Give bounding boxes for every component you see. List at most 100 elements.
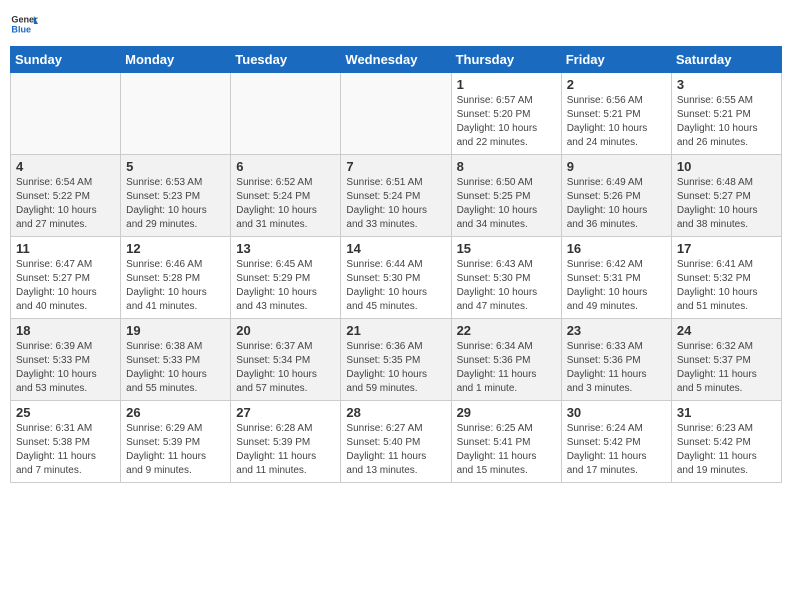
weekday-header-thursday: Thursday bbox=[451, 47, 561, 73]
day-info: Sunrise: 6:29 AM Sunset: 5:39 PM Dayligh… bbox=[126, 422, 225, 478]
calendar-cell: 13 Sunrise: 6:45 AM Sunset: 5:29 PM Dayli… bbox=[231, 237, 341, 319]
logo-icon: General Blue bbox=[10, 10, 38, 38]
calendar-cell: 4 Sunrise: 6:54 AM Sunset: 5:22 PM Daylig… bbox=[11, 155, 121, 237]
day-number: 4 bbox=[16, 159, 115, 174]
day-info: Sunrise: 6:32 AM Sunset: 5:37 PM Dayligh… bbox=[677, 340, 776, 396]
day-number: 19 bbox=[126, 323, 225, 338]
day-info: Sunrise: 6:55 AM Sunset: 5:21 PM Dayligh… bbox=[677, 94, 776, 150]
calendar-cell bbox=[11, 73, 121, 155]
day-number: 2 bbox=[567, 77, 666, 92]
calendar-cell: 7 Sunrise: 6:51 AM Sunset: 5:24 PM Daylig… bbox=[341, 155, 451, 237]
day-info: Sunrise: 6:38 AM Sunset: 5:33 PM Dayligh… bbox=[126, 340, 225, 396]
day-info: Sunrise: 6:50 AM Sunset: 5:25 PM Dayligh… bbox=[457, 176, 556, 232]
weekday-header-monday: Monday bbox=[121, 47, 231, 73]
calendar-cell: 20 Sunrise: 6:37 AM Sunset: 5:34 PM Dayli… bbox=[231, 319, 341, 401]
calendar-row: 18 Sunrise: 6:39 AM Sunset: 5:33 PM Dayli… bbox=[11, 319, 782, 401]
calendar-cell bbox=[341, 73, 451, 155]
calendar-cell: 30 Sunrise: 6:24 AM Sunset: 5:42 PM Dayli… bbox=[561, 401, 671, 483]
calendar-cell: 31 Sunrise: 6:23 AM Sunset: 5:42 PM Dayli… bbox=[671, 401, 781, 483]
day-info: Sunrise: 6:36 AM Sunset: 5:35 PM Dayligh… bbox=[346, 340, 445, 396]
calendar-cell: 27Sunrise: 6:28 AM Sunset: 5:39 PM Dayli… bbox=[231, 401, 341, 483]
day-number: 3 bbox=[677, 77, 776, 92]
day-number: 17 bbox=[677, 241, 776, 256]
day-info: Sunrise: 6:28 AM Sunset: 5:39 PM Dayligh… bbox=[236, 422, 335, 478]
day-number: 14 bbox=[346, 241, 445, 256]
calendar-cell: 10Sunrise: 6:48 AM Sunset: 5:27 PM Dayli… bbox=[671, 155, 781, 237]
svg-text:Blue: Blue bbox=[11, 24, 31, 34]
calendar-cell: 22 Sunrise: 6:34 AM Sunset: 5:36 PM Dayli… bbox=[451, 319, 561, 401]
calendar-cell: 15Sunrise: 6:43 AM Sunset: 5:30 PM Dayli… bbox=[451, 237, 561, 319]
day-info: Sunrise: 6:44 AM Sunset: 5:30 PM Dayligh… bbox=[346, 258, 445, 314]
logo: General Blue bbox=[10, 10, 38, 38]
day-number: 12 bbox=[126, 241, 225, 256]
calendar-cell: 24 Sunrise: 6:32 AM Sunset: 5:37 PM Dayli… bbox=[671, 319, 781, 401]
header: General Blue bbox=[10, 10, 782, 38]
weekday-header-wednesday: Wednesday bbox=[341, 47, 451, 73]
day-number: 8 bbox=[457, 159, 556, 174]
day-number: 6 bbox=[236, 159, 335, 174]
calendar-row: 1Sunrise: 6:57 AM Sunset: 5:20 PM Daylig… bbox=[11, 73, 782, 155]
calendar-cell: 21 Sunrise: 6:36 AM Sunset: 5:35 PM Dayli… bbox=[341, 319, 451, 401]
calendar-row: 11 Sunrise: 6:47 AM Sunset: 5:27 PM Dayli… bbox=[11, 237, 782, 319]
day-number: 11 bbox=[16, 241, 115, 256]
calendar-cell: 11 Sunrise: 6:47 AM Sunset: 5:27 PM Dayli… bbox=[11, 237, 121, 319]
day-number: 23 bbox=[567, 323, 666, 338]
day-info: Sunrise: 6:33 AM Sunset: 5:36 PM Dayligh… bbox=[567, 340, 666, 396]
day-info: Sunrise: 6:23 AM Sunset: 5:42 PM Dayligh… bbox=[677, 422, 776, 478]
day-info: Sunrise: 6:45 AM Sunset: 5:29 PM Dayligh… bbox=[236, 258, 335, 314]
day-info: Sunrise: 6:56 AM Sunset: 5:21 PM Dayligh… bbox=[567, 94, 666, 150]
calendar-cell: 6 Sunrise: 6:52 AM Sunset: 5:24 PM Daylig… bbox=[231, 155, 341, 237]
weekday-header-tuesday: Tuesday bbox=[231, 47, 341, 73]
day-number: 26 bbox=[126, 405, 225, 420]
calendar-cell: 23 Sunrise: 6:33 AM Sunset: 5:36 PM Dayli… bbox=[561, 319, 671, 401]
weekday-header-sunday: Sunday bbox=[11, 47, 121, 73]
calendar-cell: 2 Sunrise: 6:56 AM Sunset: 5:21 PM Daylig… bbox=[561, 73, 671, 155]
calendar-row: 4 Sunrise: 6:54 AM Sunset: 5:22 PM Daylig… bbox=[11, 155, 782, 237]
day-info: Sunrise: 6:25 AM Sunset: 5:41 PM Dayligh… bbox=[457, 422, 556, 478]
calendar-cell: 3 Sunrise: 6:55 AM Sunset: 5:21 PM Daylig… bbox=[671, 73, 781, 155]
day-number: 28 bbox=[346, 405, 445, 420]
day-number: 13 bbox=[236, 241, 335, 256]
calendar-cell: 16Sunrise: 6:42 AM Sunset: 5:31 PM Dayli… bbox=[561, 237, 671, 319]
day-number: 18 bbox=[16, 323, 115, 338]
day-number: 20 bbox=[236, 323, 335, 338]
calendar-cell: 1Sunrise: 6:57 AM Sunset: 5:20 PM Daylig… bbox=[451, 73, 561, 155]
calendar-cell: 25 Sunrise: 6:31 AM Sunset: 5:38 PM Dayli… bbox=[11, 401, 121, 483]
calendar-table: SundayMondayTuesdayWednesdayThursdayFrid… bbox=[10, 46, 782, 483]
day-info: Sunrise: 6:57 AM Sunset: 5:20 PM Dayligh… bbox=[457, 94, 556, 150]
day-info: Sunrise: 6:54 AM Sunset: 5:22 PM Dayligh… bbox=[16, 176, 115, 232]
day-number: 25 bbox=[16, 405, 115, 420]
calendar-cell: 5 Sunrise: 6:53 AM Sunset: 5:23 PM Daylig… bbox=[121, 155, 231, 237]
day-info: Sunrise: 6:46 AM Sunset: 5:28 PM Dayligh… bbox=[126, 258, 225, 314]
day-number: 7 bbox=[346, 159, 445, 174]
calendar-cell: 14 Sunrise: 6:44 AM Sunset: 5:30 PM Dayli… bbox=[341, 237, 451, 319]
calendar-cell: 8 Sunrise: 6:50 AM Sunset: 5:25 PM Daylig… bbox=[451, 155, 561, 237]
weekday-header-row: SundayMondayTuesdayWednesdayThursdayFrid… bbox=[11, 47, 782, 73]
calendar-cell: 19 Sunrise: 6:38 AM Sunset: 5:33 PM Dayli… bbox=[121, 319, 231, 401]
day-info: Sunrise: 6:24 AM Sunset: 5:42 PM Dayligh… bbox=[567, 422, 666, 478]
day-info: Sunrise: 6:51 AM Sunset: 5:24 PM Dayligh… bbox=[346, 176, 445, 232]
day-info: Sunrise: 6:34 AM Sunset: 5:36 PM Dayligh… bbox=[457, 340, 556, 396]
day-number: 5 bbox=[126, 159, 225, 174]
day-info: Sunrise: 6:43 AM Sunset: 5:30 PM Dayligh… bbox=[457, 258, 556, 314]
calendar-cell bbox=[231, 73, 341, 155]
calendar-cell: 9Sunrise: 6:49 AM Sunset: 5:26 PM Daylig… bbox=[561, 155, 671, 237]
day-info: Sunrise: 6:53 AM Sunset: 5:23 PM Dayligh… bbox=[126, 176, 225, 232]
day-info: Sunrise: 6:37 AM Sunset: 5:34 PM Dayligh… bbox=[236, 340, 335, 396]
calendar-cell bbox=[121, 73, 231, 155]
day-info: Sunrise: 6:27 AM Sunset: 5:40 PM Dayligh… bbox=[346, 422, 445, 478]
day-info: Sunrise: 6:52 AM Sunset: 5:24 PM Dayligh… bbox=[236, 176, 335, 232]
day-number: 9 bbox=[567, 159, 666, 174]
day-number: 22 bbox=[457, 323, 556, 338]
weekday-header-friday: Friday bbox=[561, 47, 671, 73]
day-number: 21 bbox=[346, 323, 445, 338]
day-info: Sunrise: 6:47 AM Sunset: 5:27 PM Dayligh… bbox=[16, 258, 115, 314]
day-info: Sunrise: 6:41 AM Sunset: 5:32 PM Dayligh… bbox=[677, 258, 776, 314]
day-number: 31 bbox=[677, 405, 776, 420]
calendar-row: 25 Sunrise: 6:31 AM Sunset: 5:38 PM Dayli… bbox=[11, 401, 782, 483]
day-info: Sunrise: 6:39 AM Sunset: 5:33 PM Dayligh… bbox=[16, 340, 115, 396]
day-number: 30 bbox=[567, 405, 666, 420]
day-info: Sunrise: 6:31 AM Sunset: 5:38 PM Dayligh… bbox=[16, 422, 115, 478]
day-number: 24 bbox=[677, 323, 776, 338]
day-info: Sunrise: 6:42 AM Sunset: 5:31 PM Dayligh… bbox=[567, 258, 666, 314]
